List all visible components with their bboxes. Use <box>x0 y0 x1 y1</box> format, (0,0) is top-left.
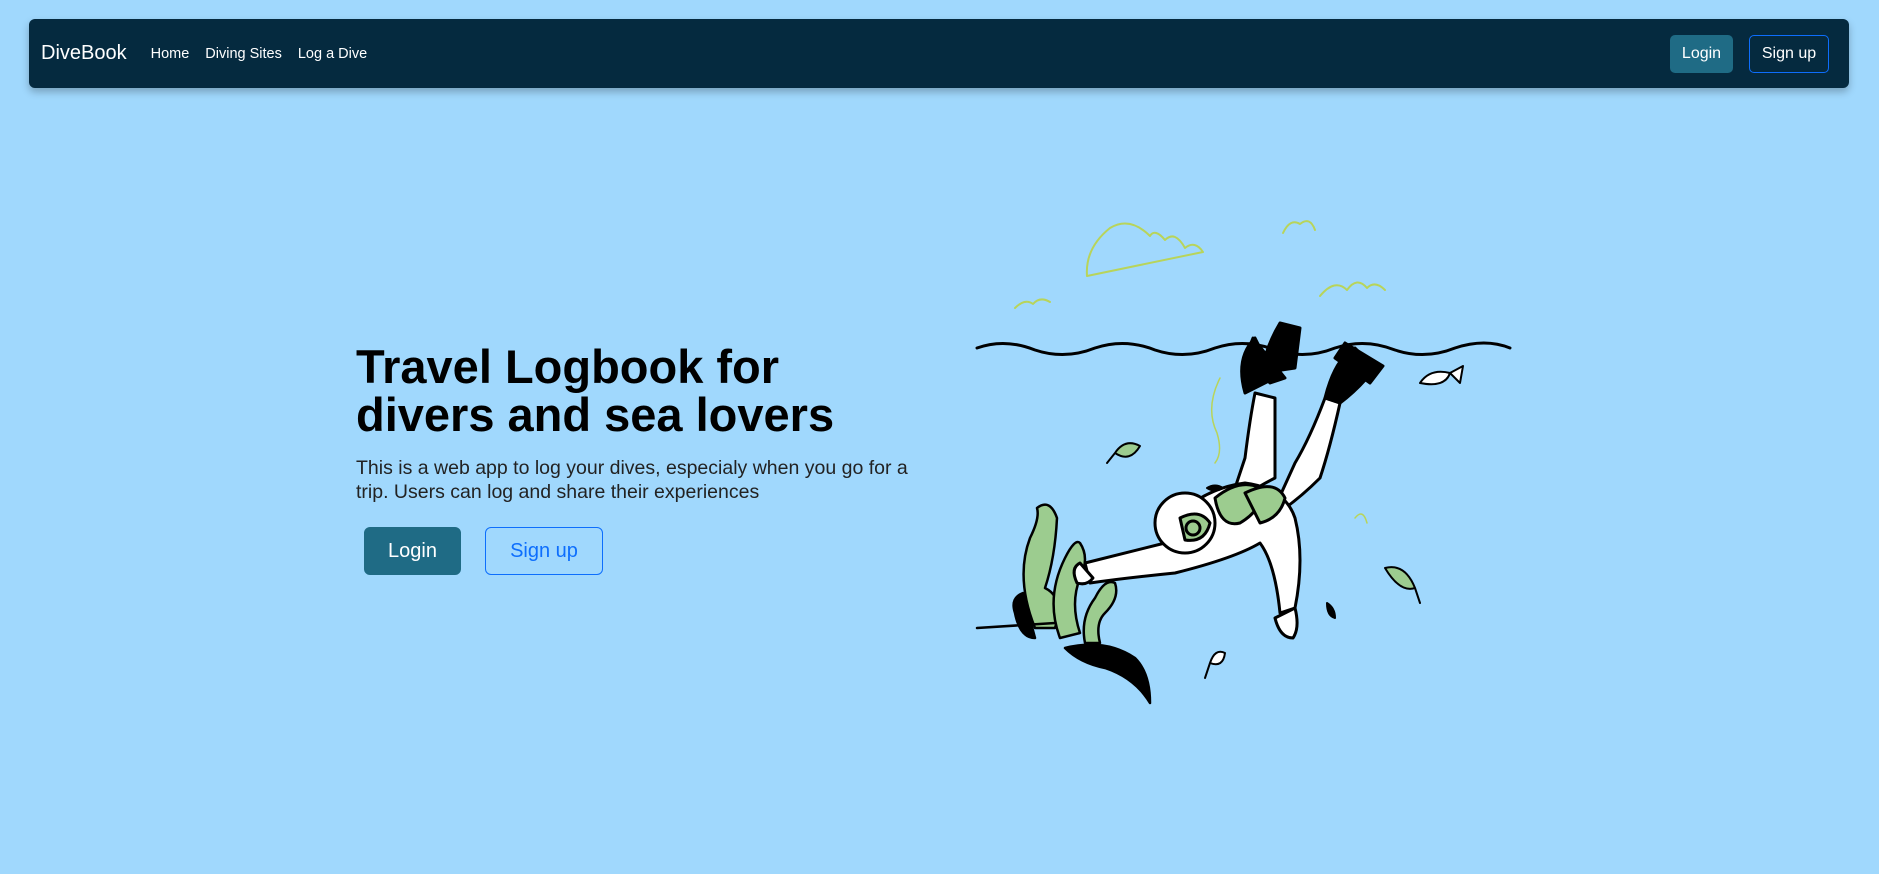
hero-signup-button[interactable]: Sign up <box>485 527 603 575</box>
brand-logo[interactable]: DiveBook <box>41 42 127 65</box>
nav-links: Home Diving Sites Log a Dive <box>139 46 372 62</box>
nav-auth-buttons: Login Sign up <box>1670 35 1829 73</box>
hero-description: This is a web app to log your dives, esp… <box>356 457 908 503</box>
hero-buttons: Login Sign up <box>364 527 603 575</box>
nav-link-home[interactable]: Home <box>151 46 190 62</box>
nav-link-log-a-dive[interactable]: Log a Dive <box>298 46 367 62</box>
nav-link-diving-sites[interactable]: Diving Sites <box>205 46 282 62</box>
nav-login-button[interactable]: Login <box>1670 35 1733 73</box>
nav-signup-button[interactable]: Sign up <box>1749 35 1829 73</box>
seaweed-icon <box>975 503 1152 705</box>
hero-login-button[interactable]: Login <box>364 527 461 575</box>
hero-title: Travel Logbook for divers and sea lovers <box>356 340 835 441</box>
navbar: DiveBook Home Diving Sites Log a Dive Lo… <box>29 19 1849 88</box>
diver-icon <box>1072 321 1385 640</box>
scuba-diver-illustration <box>975 220 1512 705</box>
cloud-icon <box>1014 220 1386 309</box>
